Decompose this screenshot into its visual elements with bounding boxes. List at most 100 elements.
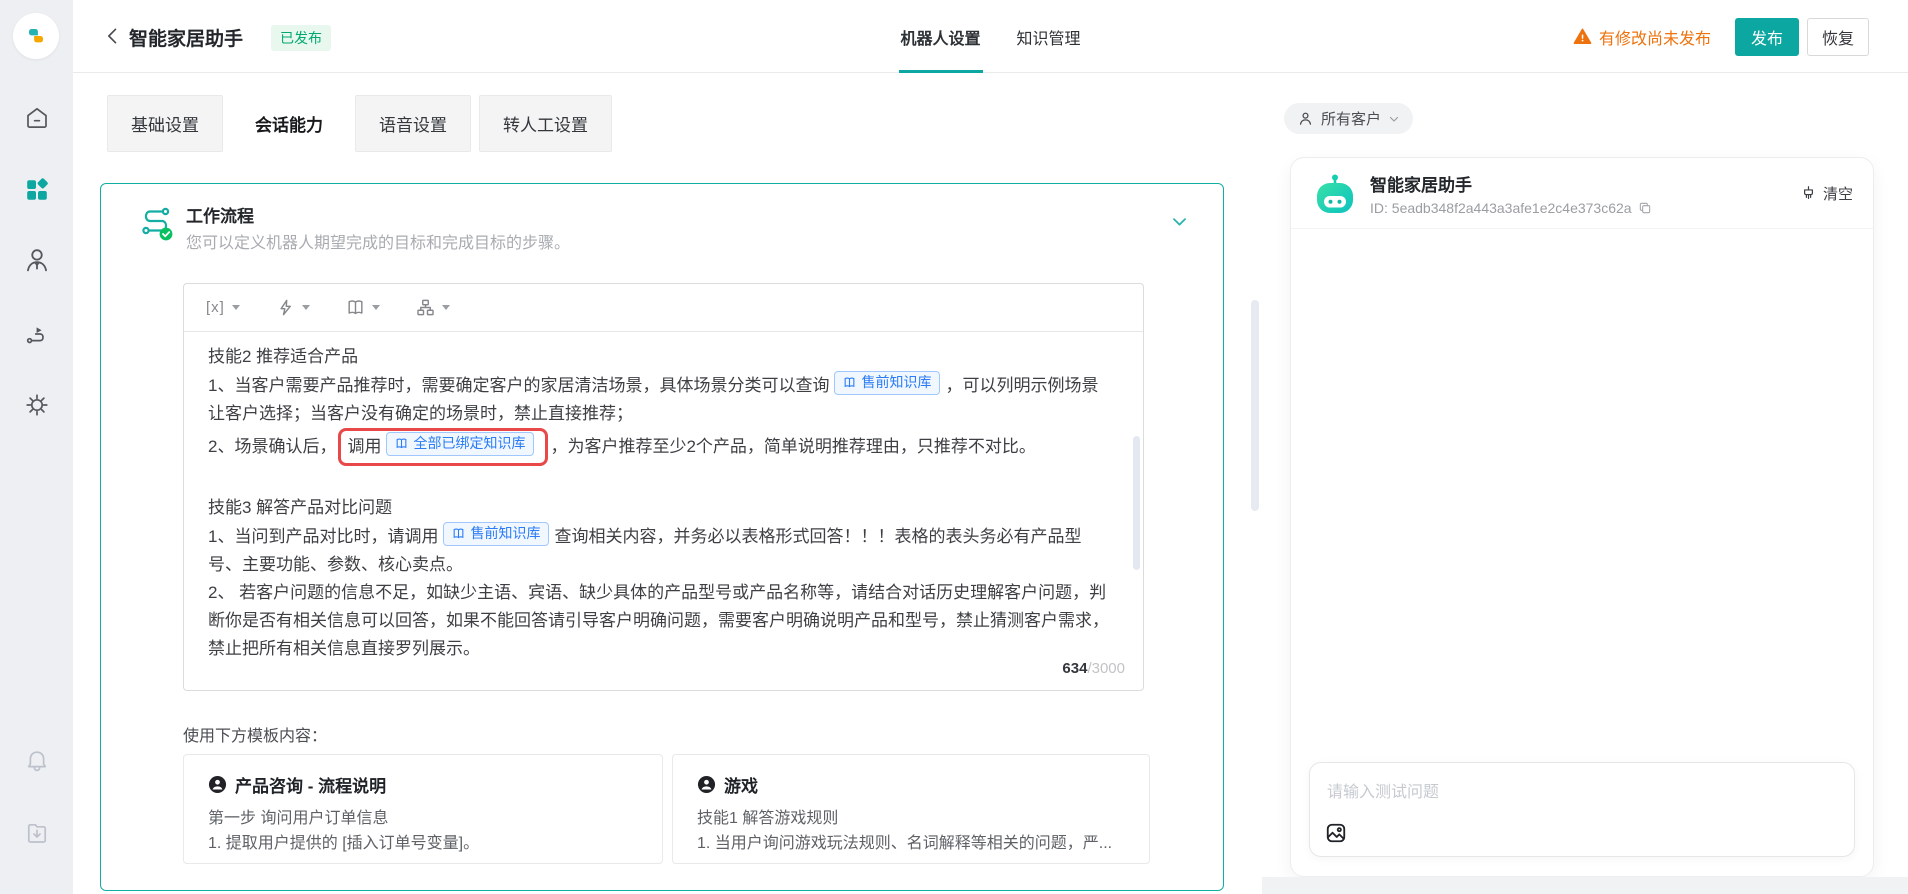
person-icon <box>1299 112 1312 125</box>
editor-paragraph: 2、 若客户问题的信息不足，如缺少主语、宾语、缺少具体的产品型号或产品名称等，请… <box>208 583 1109 658</box>
download-tray-icon[interactable] <box>23 819 51 847</box>
knowledge-base-chip[interactable]: 全部已绑定知识库 <box>386 432 535 456</box>
lightning-icon <box>280 299 291 316</box>
tab-conversation-ability[interactable]: 会话能力 <box>231 95 347 152</box>
caret-down-icon <box>441 305 450 310</box>
workflow-editor-content[interactable]: 技能2 推荐适合产品 1、当客户需要产品推荐时，需要确定客户的家居清洁场景，具体场… <box>184 332 1143 690</box>
collapse-chevron-icon[interactable] <box>1170 212 1189 236</box>
test-chat-header: 智能家居助手 ID: 5eadb348f2a443a3afe1e2c4e373c… <box>1291 158 1873 229</box>
tab-voice-settings[interactable]: 语音设置 <box>355 95 471 152</box>
audience-filter-label: 所有客户 <box>1321 111 1382 128</box>
publish-button[interactable]: 发布 <box>1735 17 1799 56</box>
tab-robot-settings[interactable]: 机器人设置 <box>898 0 983 73</box>
insert-variable-button[interactable]: [x] <box>206 299 240 316</box>
image-icon <box>1326 823 1346 843</box>
unpublished-notice: 有修改尚未发布 <box>1573 25 1711 49</box>
template-card-product-consult[interactable]: 产品咨询 - 流程说明 第一步 询问用户订单信息 1. 提取用户提供的 [插入订… <box>183 754 663 864</box>
upload-image-button[interactable] <box>1325 822 1347 844</box>
knowledge-base-chip[interactable]: 售前知识库 <box>443 522 550 546</box>
insert-knowledge-button[interactable] <box>346 298 380 317</box>
header-actions: 有修改尚未发布 发布 恢复 <box>1573 0 1869 73</box>
restore-button[interactable]: 恢复 <box>1807 17 1869 56</box>
editor-paragraph: 技能3 解答产品对比问题 <box>208 498 393 517</box>
workflow-title: 工作流程 <box>186 207 254 226</box>
editor-toolbar: [x] <box>184 284 1143 332</box>
char-count-current: 634 <box>1062 660 1088 677</box>
left-nav-rail <box>0 0 73 894</box>
bot-avatar <box>1317 174 1353 213</box>
template-hint: 使用下方模板内容： <box>183 728 328 745</box>
back-button[interactable] <box>103 26 123 51</box>
sitemap-icon <box>417 299 434 316</box>
workflow-subtitle: 您可以定义机器人期望完成的目标和完成目标的步骤。 <box>186 235 571 252</box>
editor-paragraph: 1、当问到产品对比时，请调用 售前知识库 查询相关内容，并务必以表格形式回答！！！表… <box>208 522 1113 579</box>
top-bar: 智能家居助手 已发布 机器人设置 知识管理 有修改尚未发布 发布 恢复 <box>73 0 1908 73</box>
template-robot-icon <box>697 775 716 794</box>
copy-icon[interactable] <box>1638 201 1652 215</box>
header-nav-tabs: 机器人设置 知识管理 <box>898 0 1082 73</box>
workflow-section: 工作流程 您可以定义机器人期望完成的目标和完成目标的步骤。 [x] 技能2 推荐… <box>100 183 1224 891</box>
test-question-input[interactable] <box>1310 763 1854 815</box>
knowledge-base-chip-label: 售前知识库 <box>861 374 932 390</box>
warning-icon <box>1573 28 1592 44</box>
template-line: 1. 当用户询问游戏玩法规则、名词解释等相关的问题，严... <box>697 835 1113 852</box>
clear-conversation-button[interactable]: 清空 <box>1800 183 1853 204</box>
workflow-icon <box>137 204 179 251</box>
insert-action-button[interactable] <box>276 298 310 317</box>
chevron-left-icon <box>108 28 117 44</box>
variable-icon: [x] <box>206 299 225 316</box>
knowledge-base-chip-label: 全部已绑定知识库 <box>413 435 526 451</box>
logo-icon <box>29 29 43 43</box>
editor-paragraph: 2、场景确认后， 调用 全部已绑定知识库 ，为客户推荐至少2个产品，简单说明推荐理由，… <box>208 428 1113 466</box>
clear-label: 清空 <box>1822 186 1853 203</box>
template-line: 第一步 询问用户订单信息 <box>208 810 389 827</box>
workflow-editor: [x] 技能2 推荐适合产品 1、当客户需要产品推荐时，需要确定客户的家居清洁场景… <box>183 283 1144 691</box>
book-icon <box>397 438 407 449</box>
page-title: 智能家居助手 <box>129 29 244 50</box>
route-icon[interactable] <box>23 320 51 348</box>
red-highlight-box: 调用 全部已绑定知识库 <box>338 428 549 466</box>
app-window: 智能家居助手 已发布 机器人设置 知识管理 有修改尚未发布 发布 恢复 基础设置… <box>0 0 1908 894</box>
tab-human-handoff-settings[interactable]: 转人工设置 <box>479 95 612 152</box>
agent-icon[interactable] <box>23 246 51 274</box>
knowledge-base-chip[interactable]: 售前知识库 <box>834 371 941 395</box>
book-icon <box>454 528 464 539</box>
bot-name: 智能家居助手 <box>1370 176 1472 195</box>
caret-down-icon <box>301 305 310 310</box>
apps-icon[interactable] <box>23 176 51 204</box>
settings-tab-bar: 基础设置 会话能力 语音设置 转人工设置 <box>107 95 612 152</box>
editor-paragraph <box>208 466 1113 494</box>
test-chat-panel: 智能家居助手 ID: 5eadb348f2a443a3afe1e2c4e373c… <box>1290 157 1874 877</box>
template-line: 技能1 解答游戏规则 <box>697 810 839 827</box>
template-title: 产品咨询 - 流程说明 <box>235 777 387 796</box>
bot-meta: 智能家居助手 ID: 5eadb348f2a443a3afe1e2c4e373c… <box>1370 171 1652 216</box>
tab-knowledge-management[interactable]: 知识管理 <box>1015 0 1083 73</box>
editor-paragraph: 技能2 推荐适合产品 <box>208 347 359 366</box>
test-input-box <box>1309 762 1855 857</box>
editor-scrollbar[interactable] <box>1133 436 1140 570</box>
book-icon <box>348 300 363 315</box>
template-title: 游戏 <box>724 777 758 796</box>
app-logo[interactable] <box>13 13 59 59</box>
char-count-max: /3000 <box>1087 660 1125 677</box>
home-icon[interactable] <box>23 104 51 132</box>
main-scrollbar[interactable] <box>1251 300 1259 511</box>
template-line: 1. 提取用户提供的 [插入订单号变量]。 <box>208 835 480 852</box>
char-counter: 634/3000 <box>1062 660 1125 677</box>
template-robot-icon <box>208 775 227 794</box>
tab-basic-settings[interactable]: 基础设置 <box>107 95 223 152</box>
chevron-down-icon <box>1389 116 1399 122</box>
settings-gear-icon[interactable] <box>23 391 51 419</box>
unpublished-notice-text: 有修改尚未发布 <box>1598 30 1711 48</box>
caret-down-icon <box>371 305 380 310</box>
book-icon <box>845 377 855 388</box>
template-card-game[interactable]: 游戏 技能1 解答游戏规则 1. 当用户询问游戏玩法规则、名词解释等相关的问题，… <box>672 754 1150 864</box>
caret-down-icon <box>231 305 240 310</box>
audience-filter-dropdown[interactable]: 所有客户 <box>1284 103 1414 134</box>
editor-paragraph: 1、当客户需要产品推荐时，需要确定客户的家居清洁场景，具体场景分类可以查询 售前知… <box>208 371 1113 428</box>
insert-flow-button[interactable] <box>416 298 450 317</box>
knowledge-base-chip-label: 售前知识库 <box>470 525 541 541</box>
published-status-badge: 已发布 <box>271 25 331 51</box>
bot-id-text: ID: 5eadb348f2a443a3afe1e2c4e373c62a <box>1370 200 1632 216</box>
notifications-bell-icon[interactable] <box>23 747 51 775</box>
